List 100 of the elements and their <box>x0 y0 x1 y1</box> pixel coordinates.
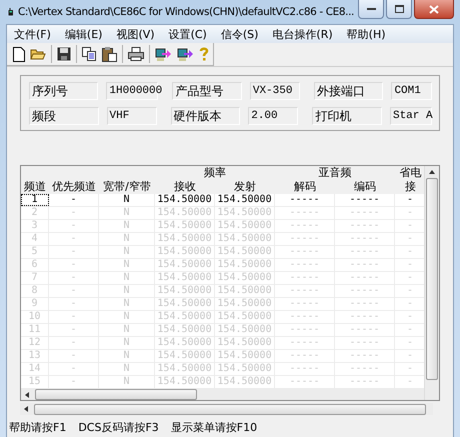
table-cell: ----- <box>275 324 335 336</box>
field-value: VX-350 <box>250 82 300 100</box>
table-cell: ----- <box>275 207 335 219</box>
field-label: 产品型号 <box>172 82 242 100</box>
table-cell: ----- <box>275 259 335 271</box>
table-cell: - <box>49 220 99 232</box>
table-cell: ----- <box>275 311 335 323</box>
table-cell: ----- <box>335 246 395 258</box>
computer-arrow-icon[interactable] <box>177 46 194 62</box>
field-value: COM1 <box>391 82 432 100</box>
left-arrow-icon[interactable] <box>25 392 29 398</box>
menu-item[interactable]: 设置(C) <box>162 26 214 42</box>
table-cell: ----- <box>335 350 395 362</box>
table-cell: ----- <box>275 376 335 388</box>
table-cell: - <box>49 337 99 349</box>
table-cell: - <box>49 350 99 362</box>
table-cell: ----- <box>335 194 395 206</box>
field-label: 外接端口 <box>314 82 384 100</box>
table-cell: - <box>49 324 99 336</box>
column-header[interactable]: 发射 <box>215 180 275 194</box>
column-header[interactable]: 编码 <box>335 180 395 194</box>
status-text: 显示菜单请按F10 <box>170 420 258 434</box>
table-cell: ----- <box>335 259 395 271</box>
table-cell: - <box>49 272 99 284</box>
column-header[interactable]: 接收 <box>155 180 215 194</box>
table-cell: - <box>49 311 99 323</box>
maximize-button[interactable] <box>386 0 412 19</box>
close-icon <box>429 4 439 14</box>
table-cell: ----- <box>275 194 335 206</box>
field-label: 打印机 <box>312 107 382 125</box>
table-cell: ----- <box>335 233 395 245</box>
folder-icon[interactable] <box>30 47 46 61</box>
close-button[interactable] <box>414 0 454 19</box>
table-cell: 154.50000 <box>215 194 275 206</box>
table-cell: 154.50000 <box>155 194 215 206</box>
table-cell: - <box>49 363 99 375</box>
table-cell: ----- <box>335 207 395 219</box>
table-cell: 1 <box>21 194 49 206</box>
table-cell: ----- <box>275 246 335 258</box>
column-header[interactable]: 接 <box>395 180 424 194</box>
table-cell: ----- <box>275 220 335 232</box>
left-arrow-icon[interactable] <box>24 406 28 412</box>
up-arrow-icon[interactable] <box>429 170 436 174</box>
horizontal-scrollbar[interactable] <box>21 389 424 400</box>
horizontal-scrollbar[interactable] <box>20 403 433 415</box>
table-cell: ----- <box>335 311 395 323</box>
column-header[interactable]: 频道 <box>21 180 49 194</box>
status-text: DCS反码请按F3 <box>78 420 159 434</box>
menu-item[interactable]: 视图(V) <box>109 26 162 42</box>
minimize-button[interactable] <box>358 0 384 19</box>
table-cell: N <box>99 194 155 206</box>
table-cell: ----- <box>335 337 395 349</box>
printer-icon[interactable] <box>128 47 144 61</box>
table-cell: ----- <box>275 298 335 310</box>
table-cell: - <box>49 298 99 310</box>
column-group-header: 亚音频 <box>318 166 352 180</box>
vertical-scrollbar[interactable] <box>424 166 439 400</box>
table-cell: ----- <box>335 285 395 297</box>
column-group-header: 省电 <box>398 166 422 180</box>
menu-item[interactable]: 帮助(H) <box>340 26 393 42</box>
table-cell: ----- <box>275 272 335 284</box>
new-file-icon[interactable] <box>13 46 25 62</box>
field-value: 2.00 <box>248 107 298 125</box>
table-cell: ----- <box>275 285 335 297</box>
table-cell: ----- <box>275 337 335 349</box>
field-label: 硬件版本 <box>170 107 240 125</box>
status-text: 帮助请按F1 <box>9 420 66 434</box>
copy-icon[interactable] <box>82 47 97 61</box>
clipboard-icon[interactable] <box>102 46 117 62</box>
table-cell: ----- <box>335 220 395 232</box>
computer-arrow-icon[interactable] <box>155 46 172 62</box>
field-label: 频段 <box>29 107 98 125</box>
table-cell: ----- <box>275 350 335 362</box>
table-cell: ----- <box>335 363 395 375</box>
column-header[interactable]: 优先频道 <box>49 180 99 194</box>
column-header[interactable]: 解码 <box>275 180 335 194</box>
table-cell: - <box>49 246 99 258</box>
table-cell: ----- <box>275 363 335 375</box>
menu-item[interactable]: 编辑(E) <box>58 26 110 42</box>
menu-item[interactable]: 电台操作(R) <box>265 26 340 42</box>
table-cell: ----- <box>335 298 395 310</box>
menu-item[interactable]: 信令(S) <box>214 26 266 42</box>
field-value: VHF <box>106 107 157 125</box>
column-header[interactable]: 宽带/窄带 <box>99 180 155 194</box>
table-cell: - <box>49 259 99 271</box>
table-cell: ----- <box>275 233 335 245</box>
table-cell: ----- <box>335 376 395 388</box>
menu-item[interactable]: 文件(F) <box>7 26 58 42</box>
table-cell: - <box>49 285 99 297</box>
window-title: C:\Vertex Standard\CE86C for Windows(CHN)\defaultVC2.c86 - CE8... <box>18 6 354 18</box>
table-cell: ----- <box>335 324 395 336</box>
maximize-icon <box>394 5 404 13</box>
field-value: Star A <box>390 107 432 125</box>
table-cell: - <box>49 376 99 388</box>
column-group-header: 频率 <box>203 166 227 180</box>
table-cell: - <box>49 233 99 245</box>
field-label: 序列号 <box>29 82 98 100</box>
minimize-icon <box>366 8 376 10</box>
table-cell: ----- <box>335 272 395 284</box>
table-cell: - <box>49 194 99 206</box>
